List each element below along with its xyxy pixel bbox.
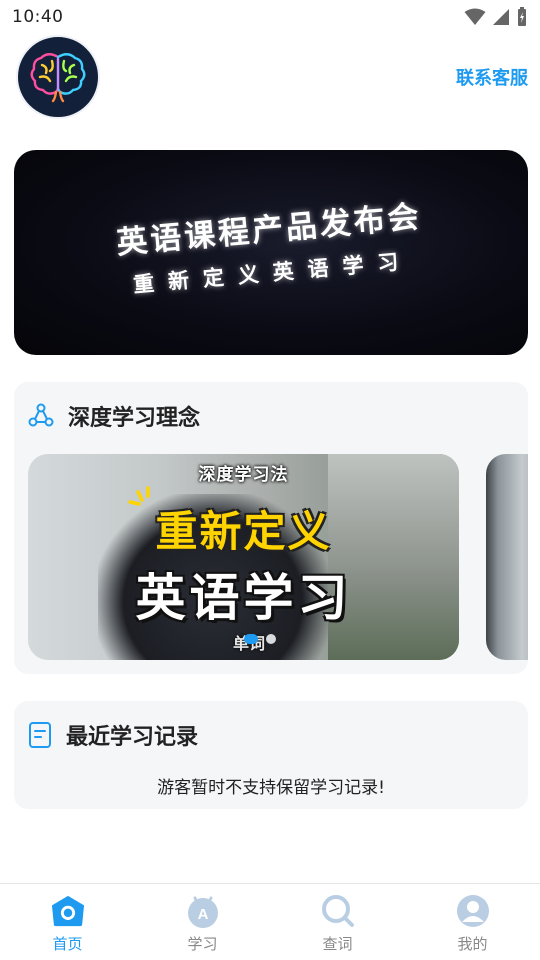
tab-lookup-label: 查词 bbox=[322, 935, 353, 953]
tab-profile[interactable]: 我的 bbox=[405, 884, 540, 960]
svg-text:A: A bbox=[197, 906, 208, 923]
tab-home[interactable]: 首页 bbox=[0, 884, 135, 960]
status-time: 10:40 bbox=[12, 7, 64, 27]
search-icon bbox=[321, 894, 355, 928]
banner-text: 英语课程产品发布会 重新定义英语学习 bbox=[14, 150, 528, 355]
promo-banner[interactable]: 英语课程产品发布会 重新定义英语学习 bbox=[14, 150, 528, 355]
deep-learning-section: 深度学习理念 深度学习法 重新定义 英语学习 单词 bbox=[14, 382, 528, 674]
recent-empty-text: 游客暂时不支持保留学习记录! bbox=[157, 778, 385, 798]
tab-lookup[interactable]: 查词 bbox=[270, 884, 405, 960]
molecule-icon bbox=[28, 403, 54, 427]
status-icons bbox=[464, 7, 528, 27]
home-icon bbox=[51, 894, 85, 928]
brain-icon bbox=[30, 53, 86, 103]
tab-home-label: 首页 bbox=[52, 935, 83, 953]
tab-study-label: 学习 bbox=[187, 935, 218, 953]
slide-tag: 深度学习法 bbox=[198, 465, 289, 485]
carousel-dot-active[interactable] bbox=[244, 634, 258, 644]
slide-headline-1: 重新定义 bbox=[155, 507, 332, 556]
recent-records-section: 最近学习记录 游客暂时不支持保留学习记录! bbox=[14, 701, 528, 809]
slide-headline-2: 英语学习 bbox=[135, 569, 352, 627]
deep-learning-title: 深度学习理念 bbox=[68, 406, 201, 431]
carousel-dot[interactable] bbox=[266, 634, 276, 644]
study-icon: A bbox=[186, 894, 220, 928]
recent-records-header: 最近学习记录 bbox=[28, 719, 198, 751]
bottom-tab-bar: 首页 A 学习 查词 我的 bbox=[0, 883, 540, 960]
carousel-indicator bbox=[244, 634, 276, 644]
wifi-icon bbox=[464, 8, 486, 25]
avatar[interactable] bbox=[16, 35, 100, 119]
tab-profile-label: 我的 bbox=[457, 935, 488, 953]
signal-icon bbox=[493, 9, 509, 25]
tab-study[interactable]: A 学习 bbox=[135, 884, 270, 960]
recent-records-title: 最近学习记录 bbox=[66, 725, 199, 750]
profile-icon bbox=[456, 894, 490, 928]
battery-icon bbox=[518, 7, 526, 26]
carousel-slide[interactable]: 深度学习法 重新定义 英语学习 单词 bbox=[28, 454, 459, 660]
contact-support-link[interactable]: 联系客服 bbox=[456, 64, 528, 90]
deep-learning-header: 深度学习理念 bbox=[28, 400, 200, 432]
carousel-next-slide[interactable] bbox=[486, 454, 528, 660]
status-bar: 10:40 bbox=[0, 0, 540, 34]
document-icon bbox=[29, 722, 51, 748]
